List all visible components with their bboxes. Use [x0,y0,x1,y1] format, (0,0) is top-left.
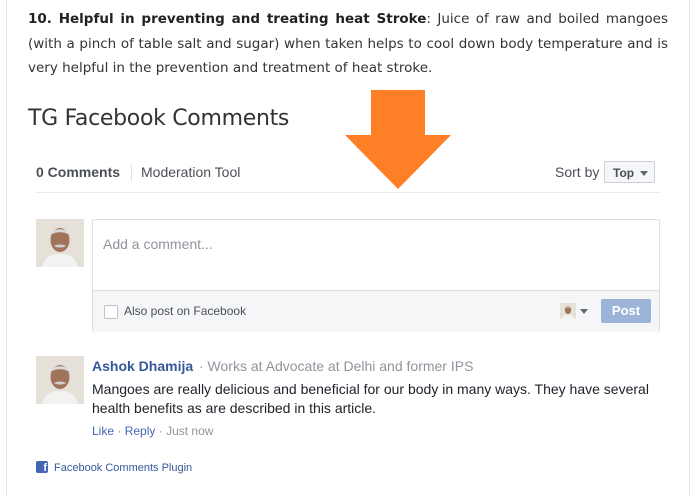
like-link[interactable]: Like [92,424,114,438]
page-border-left [6,0,7,496]
comment-author[interactable]: Ashok Dhamija [92,358,193,374]
plugin-footer: f Facebook Comments Plugin [36,461,192,474]
also-post-label[interactable]: Also post on Facebook [124,304,246,318]
sort-label: Sort by [555,164,600,180]
separator-dot: · [117,424,125,438]
facebook-icon: f [36,461,48,473]
sort-value: Top [613,166,635,180]
article-heading: 10. Helpful in preventing and treating h… [28,11,427,27]
section-title: TG Facebook Comments [28,106,290,131]
article-paragraph: 10. Helpful in preventing and treating h… [28,11,669,76]
avatar[interactable] [560,303,576,319]
avatar[interactable] [36,356,84,404]
avatar [36,219,84,267]
comment-timestamp[interactable]: Just now [166,424,213,438]
person-photo-icon [560,303,576,319]
moderation-tool-link[interactable]: Moderation Tool [141,164,240,180]
post-button[interactable]: Post [601,299,651,323]
also-post-checkbox[interactable] [104,305,118,319]
plugin-footer-link[interactable]: Facebook Comments Plugin [54,462,192,474]
comment-author-meta: · Works at Advocate at Delhi and former … [199,358,474,374]
separator-dot: · [158,424,167,438]
comment-input[interactable]: Add a comment... [103,236,213,252]
page-border-right [689,0,690,496]
comments-toolbar: 0 Comments Moderation Tool Sort by Top [36,158,660,193]
comment-count: 0 Comments [36,164,121,180]
toolbar-divider [131,165,132,181]
comment-actions: Like · Reply · Just now [92,424,213,438]
comment-composer[interactable]: Add a comment... Also post on Facebook P… [92,219,660,332]
comment-text: Mangoes are really delicious and benefic… [92,381,649,416]
chevron-down-icon [640,171,648,176]
sort-select[interactable]: Top [604,161,655,183]
reply-link[interactable]: Reply [125,424,156,438]
person-photo-icon [36,219,84,267]
chevron-down-icon[interactable] [580,309,588,314]
person-photo-icon [36,356,84,404]
composer-footer: Also post on Facebook Post [93,290,659,332]
